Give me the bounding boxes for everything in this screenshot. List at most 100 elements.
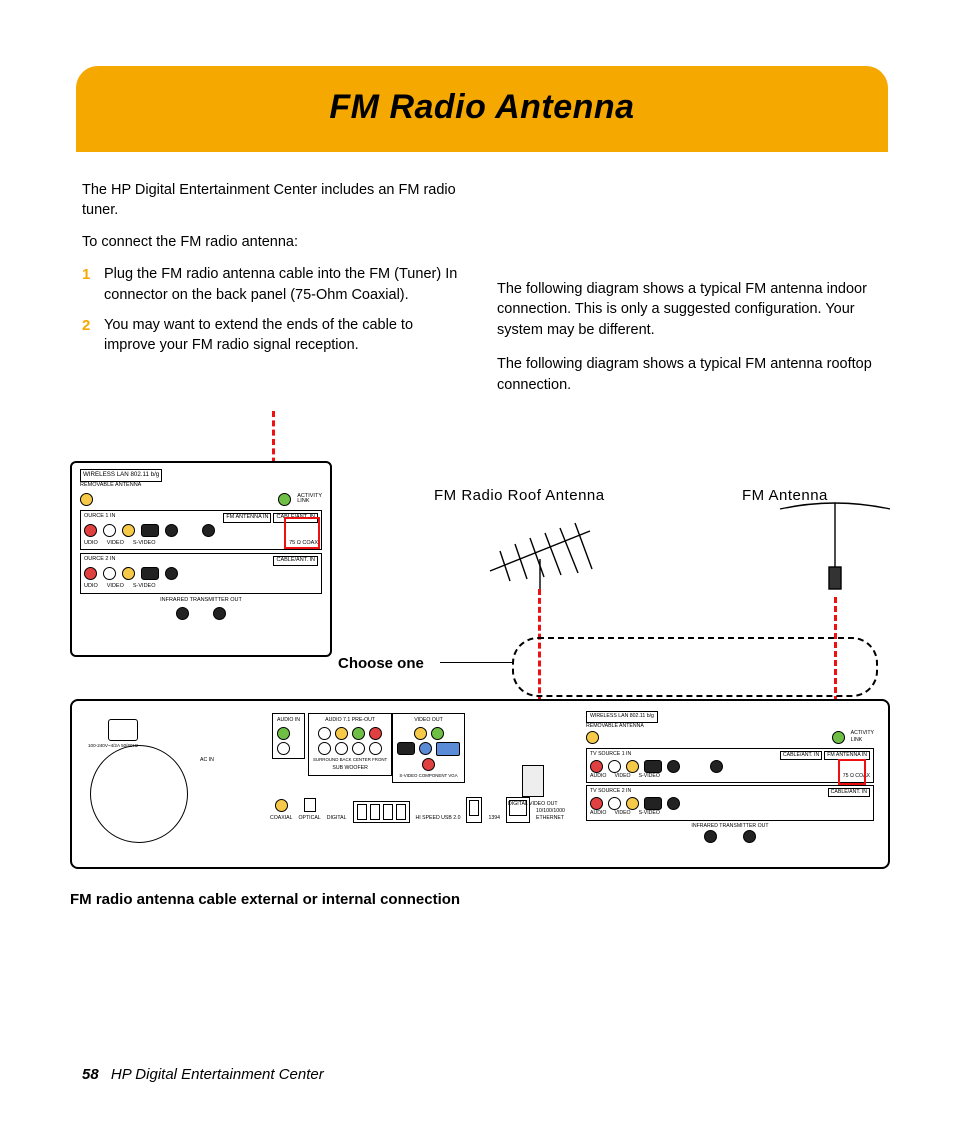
usb-port-icon xyxy=(383,804,393,820)
svideo-label: S-VIDEO xyxy=(639,810,660,817)
video-jack-icon xyxy=(122,567,135,580)
audio-jack-icon xyxy=(277,742,290,755)
audio-jack-icon xyxy=(608,760,621,773)
audio-jack-icon xyxy=(103,567,116,580)
audio-jack-icon xyxy=(103,524,116,537)
choose-one-label: Choose one xyxy=(338,653,424,674)
eth-speed-label: 10/100/1000 xyxy=(536,808,565,814)
roof-antenna-icon xyxy=(470,511,610,591)
coax-jack-icon xyxy=(667,797,680,810)
manual-page: FM Radio Antenna The HP Digital Entertai… xyxy=(0,0,954,1123)
svideo-jack-icon xyxy=(644,797,662,810)
usb-port-icon xyxy=(357,804,367,820)
coax-jack-icon xyxy=(275,799,288,812)
tv2-label: TV SOURCE 2 IN xyxy=(590,788,631,794)
right-column: The following diagram shows a typical FM… xyxy=(497,264,882,409)
audio-jack-icon xyxy=(352,742,365,755)
optical-label: OPTICAL xyxy=(299,815,321,822)
link-label: LINK xyxy=(851,737,863,743)
choose-dashed-box xyxy=(512,637,878,697)
coax-jack-icon xyxy=(165,567,178,580)
power-socket-icon xyxy=(108,719,138,741)
coax-jack-icon xyxy=(667,760,680,773)
antenna-jack-icon xyxy=(80,493,93,506)
audio-label: AUDIO xyxy=(590,810,606,817)
ir-out-label: INFRARED TRANSMITTER OUT xyxy=(80,597,322,605)
video-out-label: VIDEO OUT xyxy=(414,717,443,724)
audio-jack-icon xyxy=(318,742,331,755)
dipole-antenna-icon xyxy=(770,497,900,597)
fm-coax-jack-icon xyxy=(202,524,215,537)
svideo-jack-icon xyxy=(141,567,159,580)
choose-leader-line xyxy=(440,662,512,663)
usb-label: HI SPEED USB 2.0 xyxy=(416,815,461,822)
video-label: VIDEO xyxy=(107,540,124,548)
wlan-label: WIRELESS LAN 802.11 b/g xyxy=(586,711,658,722)
svideo-label: S-VIDEO xyxy=(639,773,660,780)
sub-label: SUB WOOFER xyxy=(332,765,367,772)
audio-jack-icon xyxy=(84,524,97,537)
usb-port-icon xyxy=(370,804,380,820)
video-label: VIDEO xyxy=(107,583,124,591)
svideo-jack-icon xyxy=(644,760,662,773)
ir-jack-icon xyxy=(213,607,226,620)
audio-label: UDIO xyxy=(84,540,98,548)
coaxial-label: COAXIAL xyxy=(270,815,293,822)
svideo-jack-icon xyxy=(141,524,159,537)
preout-label: AUDIO 7.1 PRE-OUT xyxy=(325,717,375,724)
fm-antenna-in-label: FM ANTENNA IN xyxy=(223,513,271,523)
intro-block: The HP Digital Entertainment Center incl… xyxy=(82,180,882,253)
coax-jack-icon xyxy=(165,524,178,537)
right-p1: The following diagram shows a typical FM… xyxy=(497,279,882,340)
wlan-label: WIRELESS LAN 802.11 b/g xyxy=(80,469,162,482)
svideo-label: S-VIDEO xyxy=(133,540,156,548)
firewire-label: 1394 xyxy=(488,815,500,822)
audio-jack-icon xyxy=(318,727,331,740)
svideo-jack-icon xyxy=(397,742,415,755)
audio-label: UDIO xyxy=(84,583,98,591)
ir-jack-icon xyxy=(176,607,189,620)
digital-label: DIGITAL xyxy=(327,815,347,822)
cable-ant-label: CABLE/ANT. IN xyxy=(273,556,318,566)
audio-in-label: AUDIO IN xyxy=(277,717,300,724)
title-banner: FM Radio Antenna xyxy=(76,66,888,152)
cable-ant-label: CABLE/ANT. IN xyxy=(780,751,822,760)
ir-jack-icon xyxy=(704,830,717,843)
audio-jack-icon xyxy=(277,727,290,740)
link-label: LINK xyxy=(297,498,309,504)
video-label: VIDEO xyxy=(614,810,630,817)
step-number: 2 xyxy=(82,315,96,356)
audio-jack-icon xyxy=(335,742,348,755)
usb-port-icon xyxy=(396,804,406,820)
video-jack-icon xyxy=(122,524,135,537)
page-footer: 58 HP Digital Entertainment Center xyxy=(82,1064,324,1085)
activity-label: ACTIVITY xyxy=(851,730,874,736)
audio-jack-icon xyxy=(590,797,603,810)
vga-port-icon xyxy=(436,742,460,756)
audio-jack-icon xyxy=(590,760,603,773)
component-jack-icon xyxy=(422,758,435,771)
fm-coax-jack-icon xyxy=(710,760,723,773)
audio-jack-icon xyxy=(352,727,365,740)
svideo-label: S-VIDEO xyxy=(133,583,156,591)
page-number: 58 xyxy=(82,1066,99,1083)
two-column-body: 1 Plug the FM radio antenna cable into t… xyxy=(82,264,882,409)
cable-ant-label: CABLE/ANT. IN xyxy=(828,788,870,797)
roof-antenna-label: FM Radio Roof Antenna xyxy=(434,485,605,506)
antenna-jack-icon xyxy=(586,731,599,744)
red-highlight-box xyxy=(284,517,320,549)
video-label: VIDEO xyxy=(614,773,630,780)
audio-jack-icon xyxy=(84,567,97,580)
step-number: 1 xyxy=(82,264,96,305)
audio-jack-icon xyxy=(608,797,621,810)
tv1-label: TV SOURCE 1 IN xyxy=(590,751,631,757)
removable-antenna-label: REMOVABLE ANTENNA xyxy=(586,723,874,730)
step-1: 1 Plug the FM radio antenna cable into t… xyxy=(82,264,467,305)
video-jack-icon xyxy=(414,727,427,740)
right-p2: The following diagram shows a typical FM… xyxy=(497,354,882,395)
fan-icon xyxy=(90,745,188,843)
firewire-port-icon xyxy=(469,800,479,816)
source1-label: OURCE 1 IN xyxy=(84,513,115,519)
led-icon xyxy=(832,731,845,744)
left-column: 1 Plug the FM radio antenna cable into t… xyxy=(82,264,467,409)
